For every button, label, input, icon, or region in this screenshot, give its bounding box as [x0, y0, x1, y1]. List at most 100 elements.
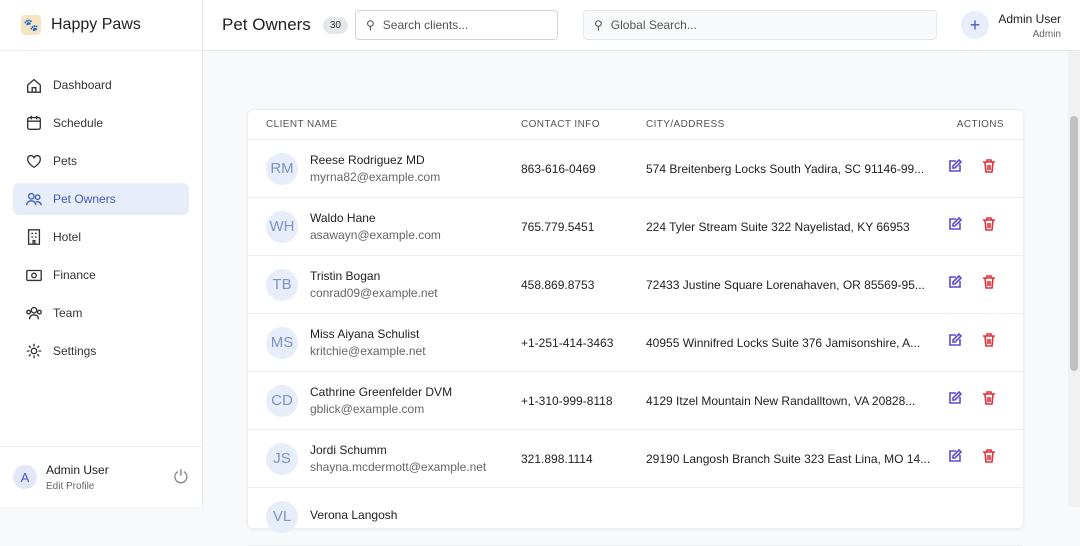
- edit-icon[interactable]: [947, 448, 963, 469]
- client-phone: +1-251-414-3463: [521, 335, 614, 350]
- client-address: 29190 Langosh Branch Suite 323 East Lina…: [646, 451, 931, 466]
- edit-profile-link[interactable]: Edit Profile: [46, 481, 109, 492]
- client-phone: 321.898.1114: [521, 451, 593, 466]
- app-name: Happy Paws: [51, 16, 141, 33]
- client-name[interactable]: Cathrine Greenfelder DVM: [310, 385, 452, 399]
- user-profile[interactable]: A Admin User Edit Profile ⏻: [0, 446, 202, 507]
- table-row[interactable]: JS Jordi Schumm shayna.mcdermott@example.n…: [248, 430, 1023, 488]
- count-badge: 30: [322, 16, 348, 34]
- client-address: 40955 Winnifred Locks Suite 376 Jamisons…: [646, 335, 921, 350]
- sidebar-item-label: Settings: [53, 344, 97, 358]
- sidebar-item-label: Finance: [53, 268, 96, 282]
- avatar: WH: [266, 210, 298, 243]
- power-icon[interactable]: ⏻: [174, 467, 188, 488]
- client-search-input[interactable]: ⚲ Search clients...: [355, 10, 558, 40]
- sidebar-item-label: Pets: [53, 154, 78, 168]
- sidebar-item-owners[interactable]: Pet Owners: [13, 183, 189, 215]
- sidebar-item-team[interactable]: Team: [13, 297, 189, 329]
- trash-icon[interactable]: [981, 274, 997, 295]
- avatar: VL: [266, 500, 298, 533]
- trash-icon[interactable]: [981, 216, 997, 237]
- table-row[interactable]: CD Cathrine Greenfelder DVM gblick@example…: [248, 372, 1023, 430]
- client-name[interactable]: Jordi Schumm: [310, 443, 486, 457]
- hotel-icon: [27, 229, 41, 245]
- sidebar-item-label: Schedule: [53, 116, 104, 130]
- client-name[interactable]: Reese Rodriguez MD: [310, 153, 440, 167]
- avatar: A: [13, 465, 37, 489]
- client-name[interactable]: Tristin Bogan: [310, 269, 438, 283]
- user-name: Admin User: [998, 12, 1061, 26]
- table-row[interactable]: RM Reese Rodriguez MD myrna82@example.com …: [248, 140, 1023, 198]
- trash-icon[interactable]: [981, 390, 997, 411]
- client-email: conrad09@example.net: [310, 286, 438, 300]
- client-phone: +1-310-999-8118: [521, 393, 613, 408]
- sidebar: 🐾 Happy Paws Dashboard Schedule Pets Pet Own…: [0, 0, 203, 507]
- dashboard-icon: [27, 78, 41, 93]
- avatar: MS: [266, 326, 298, 359]
- table-row[interactable]: MS Miss Aiyana Schulist kritchie@example.n…: [248, 314, 1023, 372]
- search-icon: ⚲: [594, 18, 603, 32]
- client-phone: 863-616-0469: [521, 161, 596, 176]
- header: Pet Owners 30 ⚲ Search clients... ⚲ Global…: [203, 0, 1080, 51]
- avatar: JS: [266, 442, 298, 475]
- trash-icon[interactable]: [981, 332, 997, 353]
- global-search-input[interactable]: ⚲ Global Search...: [583, 10, 937, 40]
- user-role: Admin: [1032, 29, 1061, 40]
- client-email: asawayn@example.com: [310, 228, 441, 242]
- client-email: shayna.mcdermott@example.net: [310, 460, 487, 474]
- sidebar-item-dashboard[interactable]: Dashboard: [13, 69, 189, 101]
- client-email: gblick@example.com: [310, 402, 425, 416]
- search-placeholder: Search clients...: [382, 18, 469, 32]
- owners-table: CLIENT NAME CONTACT INFO CITY/ADDRESS AC…: [247, 109, 1024, 546]
- edit-icon[interactable]: [947, 158, 963, 179]
- header-user[interactable]: Admin User Admin: [998, 12, 1061, 40]
- col-client-name: CLIENT NAME: [266, 119, 338, 130]
- sidebar-item-label: Pet Owners: [53, 192, 116, 206]
- avatar: CD: [266, 384, 298, 417]
- col-contact: CONTACT INFO: [521, 119, 600, 130]
- scrollbar-thumb[interactable]: [1070, 116, 1078, 371]
- sidebar-item-pets[interactable]: Pets: [13, 145, 189, 177]
- client-address: 72433 Justine Square Lorenahaven, OR 855…: [646, 277, 925, 292]
- table-row[interactable]: TB Tristin Bogan conrad09@example.net 458.…: [248, 256, 1023, 314]
- page-title: Pet Owners: [222, 15, 311, 34]
- sidebar-item-label: Hotel: [53, 230, 82, 244]
- avatar: RM: [266, 152, 298, 185]
- trash-icon[interactable]: [981, 158, 997, 179]
- avatar: TB: [266, 268, 298, 301]
- client-phone: 765.779.5451: [521, 219, 595, 234]
- team-icon: [26, 306, 42, 320]
- trash-icon[interactable]: [981, 448, 997, 469]
- table-header: CLIENT NAME CONTACT INFO CITY/ADDRESS AC…: [248, 110, 1023, 140]
- client-email: myrna82@example.com: [310, 170, 441, 184]
- edit-icon[interactable]: [947, 390, 963, 411]
- client-address: 4129 Itzel Mountain New Randalltown, VA …: [646, 393, 916, 408]
- table-row[interactable]: WH Waldo Hane asawayn@example.com 765.779.…: [248, 198, 1023, 256]
- sidebar-item-finance[interactable]: Finance: [13, 259, 189, 291]
- finance-icon: [26, 269, 42, 282]
- edit-icon[interactable]: [947, 274, 963, 295]
- client-name[interactable]: Miss Aiyana Schulist: [310, 327, 426, 341]
- sidebar-item-label: Dashboard: [53, 78, 112, 92]
- table-row[interactable]: VL Verona Langosh: [248, 488, 1023, 546]
- client-name[interactable]: Waldo Hane: [310, 211, 441, 225]
- sidebar-item-schedule[interactable]: Schedule: [13, 107, 189, 139]
- client-name[interactable]: Verona Langosh: [310, 508, 397, 522]
- sidebar-item-hotel[interactable]: Hotel: [13, 221, 189, 253]
- edit-icon[interactable]: [947, 332, 963, 353]
- brand[interactable]: 🐾 Happy Paws: [0, 0, 202, 51]
- add-button[interactable]: +: [961, 11, 989, 39]
- client-email: kritchie@example.net: [310, 344, 426, 358]
- client-address: 574 Breitenberg Locks South Yadira, SC 9…: [646, 161, 925, 176]
- schedule-icon: [27, 115, 41, 130]
- sidebar-item-label: Team: [53, 306, 83, 320]
- pets-icon: [27, 154, 41, 169]
- sidebar-item-settings[interactable]: Settings: [13, 335, 189, 367]
- col-address: CITY/ADDRESS: [646, 119, 725, 130]
- search-placeholder: Global Search...: [610, 18, 697, 32]
- client-phone: 458.869.8753: [521, 277, 595, 292]
- edit-icon[interactable]: [947, 216, 963, 237]
- col-actions: ACTIONS: [956, 119, 1004, 130]
- owners-icon: [26, 192, 42, 206]
- scrollbar[interactable]: [1068, 51, 1080, 507]
